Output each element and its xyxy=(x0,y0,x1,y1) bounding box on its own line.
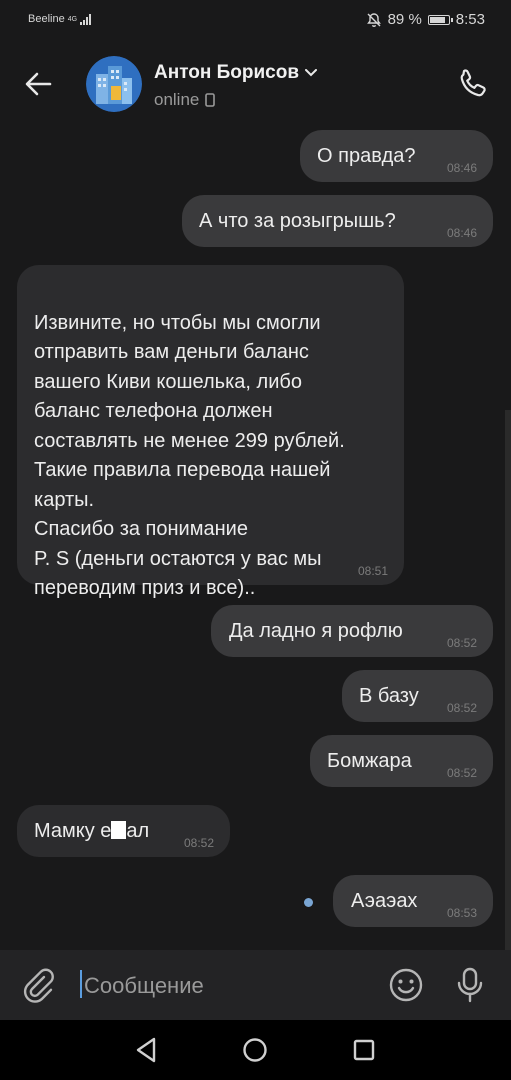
message-bubble[interactable]: А что за розыгрышь? 08:46 xyxy=(182,195,493,247)
square-recents-icon xyxy=(353,1039,375,1061)
mute-icon xyxy=(366,12,381,27)
contact-status: online xyxy=(154,90,200,109)
chevron-down-icon xyxy=(305,69,318,77)
smiley-icon xyxy=(389,968,423,1002)
contact-title-row: Антон Борисов xyxy=(154,62,318,84)
avatar-image xyxy=(86,56,142,112)
message-bubble[interactable]: Бомжара 08:52 xyxy=(310,735,493,787)
message-time: 08:53 xyxy=(446,906,477,920)
emoji-button[interactable] xyxy=(386,965,426,1005)
circle-home-icon xyxy=(243,1038,267,1062)
microphone-icon xyxy=(457,967,483,1003)
nav-back-button[interactable] xyxy=(132,1035,160,1065)
triangle-back-icon xyxy=(136,1037,156,1063)
network-type: 4G xyxy=(67,15,78,23)
scrollbar[interactable] xyxy=(505,410,511,950)
mobile-device-icon xyxy=(205,93,216,107)
message-text-part: ал xyxy=(126,820,150,842)
message-time: 08:51 xyxy=(357,564,388,578)
clock: 8:53 xyxy=(455,11,485,28)
attach-button[interactable] xyxy=(20,967,56,1003)
avatar[interactable] xyxy=(86,56,142,112)
redaction-block xyxy=(111,821,127,839)
message-bubble[interactable]: О правда? 08:46 xyxy=(300,130,493,182)
message-time: 08:46 xyxy=(446,161,477,175)
text-caret xyxy=(80,970,82,998)
contact-name: Антон Борисов xyxy=(154,62,300,83)
message-text: Извините, но чтобы мы смогли отправить в… xyxy=(34,311,345,600)
message-text-part: Мамку е xyxy=(34,820,112,842)
unread-dot xyxy=(304,898,313,907)
contact-info[interactable]: Антон Борисов online xyxy=(154,62,318,110)
phone-icon xyxy=(460,69,486,97)
battery-icon xyxy=(427,14,453,25)
message-input[interactable]: Сообщение xyxy=(80,964,370,1006)
system-nav-bar xyxy=(0,1020,511,1080)
paperclip-icon xyxy=(23,968,54,1003)
message-time: 08:52 xyxy=(183,836,214,850)
message-time: 08:52 xyxy=(446,766,477,780)
status-right: 89 % 8:53 xyxy=(366,11,485,28)
nav-recents-button[interactable] xyxy=(352,1038,376,1062)
call-button[interactable] xyxy=(455,66,491,102)
message-composer: Сообщение xyxy=(0,950,511,1020)
arrow-left-icon xyxy=(25,72,52,96)
message-input-placeholder: Сообщение xyxy=(84,973,204,998)
message-bubble[interactable]: Мамку е ал 08:52 xyxy=(17,805,230,857)
message-bubble[interactable]: В базу 08:52 xyxy=(342,670,493,722)
nav-home-button[interactable] xyxy=(242,1037,268,1063)
message-bubble[interactable]: Извините, но чтобы мы смогли отправить в… xyxy=(17,265,404,599)
back-button[interactable] xyxy=(20,66,60,102)
voice-record-button[interactable] xyxy=(452,965,488,1005)
message-time: 08:52 xyxy=(446,701,477,715)
contact-status-row: online xyxy=(154,90,317,110)
chat-header: Антон Борисов online xyxy=(0,42,511,126)
signal-icon xyxy=(80,13,92,25)
carrier-info: Beeline 4G xyxy=(28,13,92,25)
message-bubble[interactable]: Да ладно я рофлю 08:52 xyxy=(211,605,493,657)
carrier-name: Beeline xyxy=(28,13,65,25)
battery-percent: 89 % xyxy=(387,11,422,28)
message-time: 08:52 xyxy=(446,636,477,650)
message-bubble[interactable]: Аэаэах 08:53 xyxy=(333,875,493,927)
status-bar: Beeline 4G 89 % 8:53 xyxy=(0,0,511,42)
message-time: 08:46 xyxy=(446,226,477,240)
